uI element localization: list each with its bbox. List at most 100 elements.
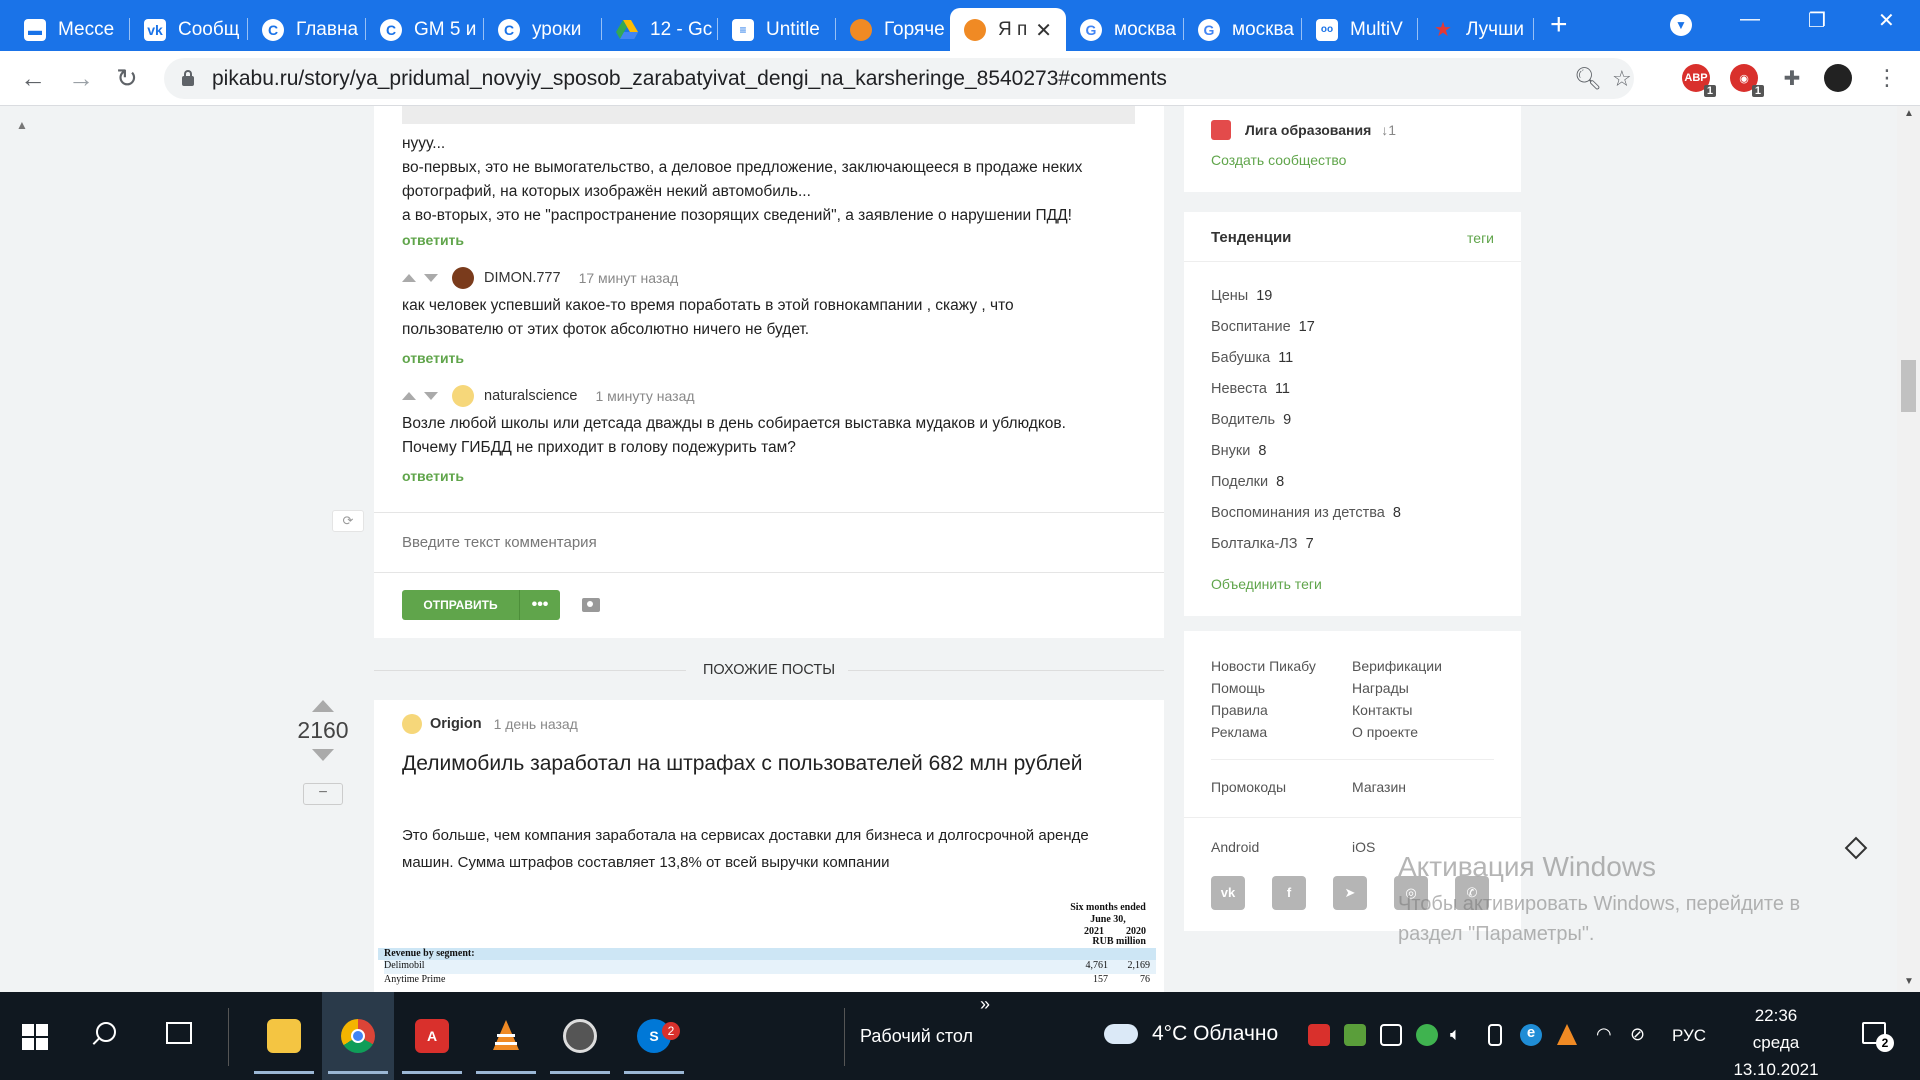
notification-center-icon[interactable]: 2	[1862, 1022, 1894, 1052]
tab-pikabu-hot[interactable]: Горяче	[836, 8, 950, 51]
menu-kebab-icon[interactable]: ⋮	[1876, 63, 1898, 93]
trend-item[interactable]: Невеста 11	[1211, 381, 1290, 397]
skype-icon[interactable]: S2	[618, 992, 690, 1080]
downvote-icon[interactable]	[424, 392, 438, 400]
comment-time[interactable]: 17 минут назад	[579, 270, 679, 286]
volume-icon[interactable]: 🔈︎	[1450, 1024, 1472, 1046]
close-window-icon[interactable]: ✕	[1878, 8, 1895, 33]
profile-avatar-icon[interactable]	[1824, 64, 1852, 92]
android-link[interactable]: Android	[1211, 839, 1259, 855]
tab-vk[interactable]: vk Сообщ	[130, 8, 248, 51]
reply-link[interactable]: ответить	[402, 350, 464, 366]
scroll-top-icon[interactable]: ▲	[16, 118, 28, 132]
collapse-post-button[interactable]: −	[303, 783, 343, 805]
reply-link[interactable]: ответить	[402, 232, 464, 248]
tags-link[interactable]: теги	[1467, 230, 1494, 246]
footer-link[interactable]: Награды	[1352, 680, 1409, 696]
restore-icon[interactable]: ❐	[1808, 8, 1826, 33]
file-explorer-icon[interactable]	[248, 992, 320, 1080]
post-author[interactable]: Origion	[430, 716, 482, 732]
trend-item[interactable]: Цены 19	[1211, 288, 1272, 304]
language-indicator[interactable]: РУС	[1672, 1026, 1706, 1046]
trend-item[interactable]: Водитель 9	[1211, 412, 1291, 428]
zoom-icon[interactable]: 🔍︎	[1574, 66, 1602, 92]
windows-start-icon[interactable]	[22, 1024, 48, 1050]
downvote-icon[interactable]	[424, 274, 438, 282]
footer-link[interactable]: Правила	[1211, 702, 1268, 718]
tray-app-icon[interactable]	[1308, 1024, 1330, 1046]
forward-icon[interactable]: →	[68, 63, 94, 93]
tab-search-icon[interactable]: ▼	[1670, 14, 1692, 36]
system-clock[interactable]: 22:36 среда 13.10.2021	[1726, 1002, 1826, 1080]
bookmark-star-icon[interactable]: ☆	[1612, 66, 1632, 92]
weather-widget[interactable]: 4°C Облачно	[1104, 1022, 1278, 1046]
reply-link[interactable]: ответить	[402, 468, 464, 484]
trend-item[interactable]: Болталка-ЛЗ 7	[1211, 536, 1314, 552]
vk-icon[interactable]: vk	[1211, 876, 1245, 910]
trend-item[interactable]: Поделки 8	[1211, 474, 1284, 490]
trend-item[interactable]: Бабушка 11	[1211, 350, 1293, 366]
camera-icon[interactable]	[582, 598, 600, 612]
merge-tags-link[interactable]: Объединить теги	[1211, 576, 1322, 592]
trend-item[interactable]: Воспитание 17	[1211, 319, 1315, 335]
address-bar[interactable]: pikabu.ru/story/ya_pridumal_novyiy_sposo…	[164, 58, 1634, 99]
shop-link[interactable]: Магазин	[1352, 779, 1406, 795]
footer-link[interactable]: Верификации	[1352, 658, 1442, 674]
comment-time[interactable]: 1 минуту назад	[596, 388, 695, 404]
facebook-icon[interactable]: f	[1272, 876, 1306, 910]
tab-pikabu-active[interactable]: Я п ✕	[950, 8, 1066, 51]
comment-author[interactable]: naturalscience	[484, 388, 578, 404]
tab-c-lessons[interactable]: C уроки	[484, 8, 602, 51]
footer-link[interactable]: О проекте	[1352, 724, 1418, 740]
upvote-icon[interactable]	[312, 700, 334, 712]
tray-vlc-icon[interactable]	[1556, 1024, 1578, 1046]
avatar[interactable]	[452, 267, 474, 289]
usb-icon[interactable]	[1488, 1024, 1502, 1046]
network-icon[interactable]: ⊘	[1630, 1024, 1652, 1046]
task-view-icon[interactable]	[166, 1022, 192, 1044]
search-icon[interactable]	[96, 1022, 116, 1042]
url-text[interactable]: pikabu.ru/story/ya_pridumal_novyiy_sposo…	[212, 67, 1167, 91]
ios-link[interactable]: iOS	[1352, 839, 1375, 855]
send-comment-button[interactable]: ОТПРАВИТЬ •••	[402, 590, 560, 620]
close-tab-icon[interactable]: ✕	[1035, 18, 1052, 43]
upvote-icon[interactable]	[402, 274, 416, 282]
wifi-icon[interactable]: ◠	[1596, 1024, 1618, 1046]
scrollbar-thumb[interactable]	[1901, 360, 1916, 412]
tray-security-icon[interactable]	[1416, 1024, 1438, 1046]
tab-multiv[interactable]: oo MultiV	[1302, 8, 1418, 51]
footer-link[interactable]: Реклама	[1211, 724, 1267, 740]
post-title[interactable]: Делимобиль заработал на штрафах с пользо…	[402, 750, 1102, 777]
downvote-icon[interactable]	[312, 749, 334, 761]
media-player-icon[interactable]	[544, 992, 616, 1080]
footer-link[interactable]: Контакты	[1352, 702, 1412, 718]
tab-c-gm[interactable]: C GM 5 и	[366, 8, 484, 51]
upvote-icon[interactable]	[402, 392, 416, 400]
avatar[interactable]	[402, 714, 422, 734]
tab-best[interactable]: ★ Лучши	[1418, 8, 1534, 51]
opera-shield-icon[interactable]: ◉ 1	[1730, 64, 1764, 97]
tab-google-2[interactable]: G москва	[1184, 8, 1302, 51]
footer-link[interactable]: Помощь	[1211, 680, 1265, 696]
tab-c-main[interactable]: C Главна	[248, 8, 366, 51]
promo-link[interactable]: Промокоды	[1211, 779, 1286, 795]
tray-display-icon[interactable]	[1380, 1024, 1402, 1046]
abp-icon[interactable]: ABP 1	[1682, 64, 1716, 97]
avatar[interactable]	[452, 385, 474, 407]
more-options-icon[interactable]: •••	[520, 596, 560, 614]
chrome-icon[interactable]	[322, 992, 394, 1080]
back-icon[interactable]: ←	[20, 63, 46, 93]
page-scrollbar[interactable]: ▲ ▼	[1897, 106, 1920, 992]
puzzle-icon[interactable]: ✚	[1778, 64, 1806, 92]
tray-nvidia-icon[interactable]	[1344, 1024, 1366, 1046]
minimize-icon[interactable]: —	[1740, 8, 1760, 31]
trend-item[interactable]: Внуки 8	[1211, 443, 1266, 459]
trend-item[interactable]: Воспоминания из детства 8	[1211, 505, 1401, 521]
acrobat-icon[interactable]: A	[396, 992, 468, 1080]
desktop-toolbar-label[interactable]: Рабочий стол	[860, 1026, 973, 1047]
comment-author[interactable]: DIMON.777	[484, 270, 561, 286]
create-community-link[interactable]: Создать сообщество	[1211, 152, 1346, 168]
toolbar-chevron-icon[interactable]: »	[980, 994, 990, 1015]
tray-e-icon[interactable]: e	[1520, 1024, 1542, 1046]
comment-input[interactable]: Введите текст комментария	[402, 534, 597, 551]
